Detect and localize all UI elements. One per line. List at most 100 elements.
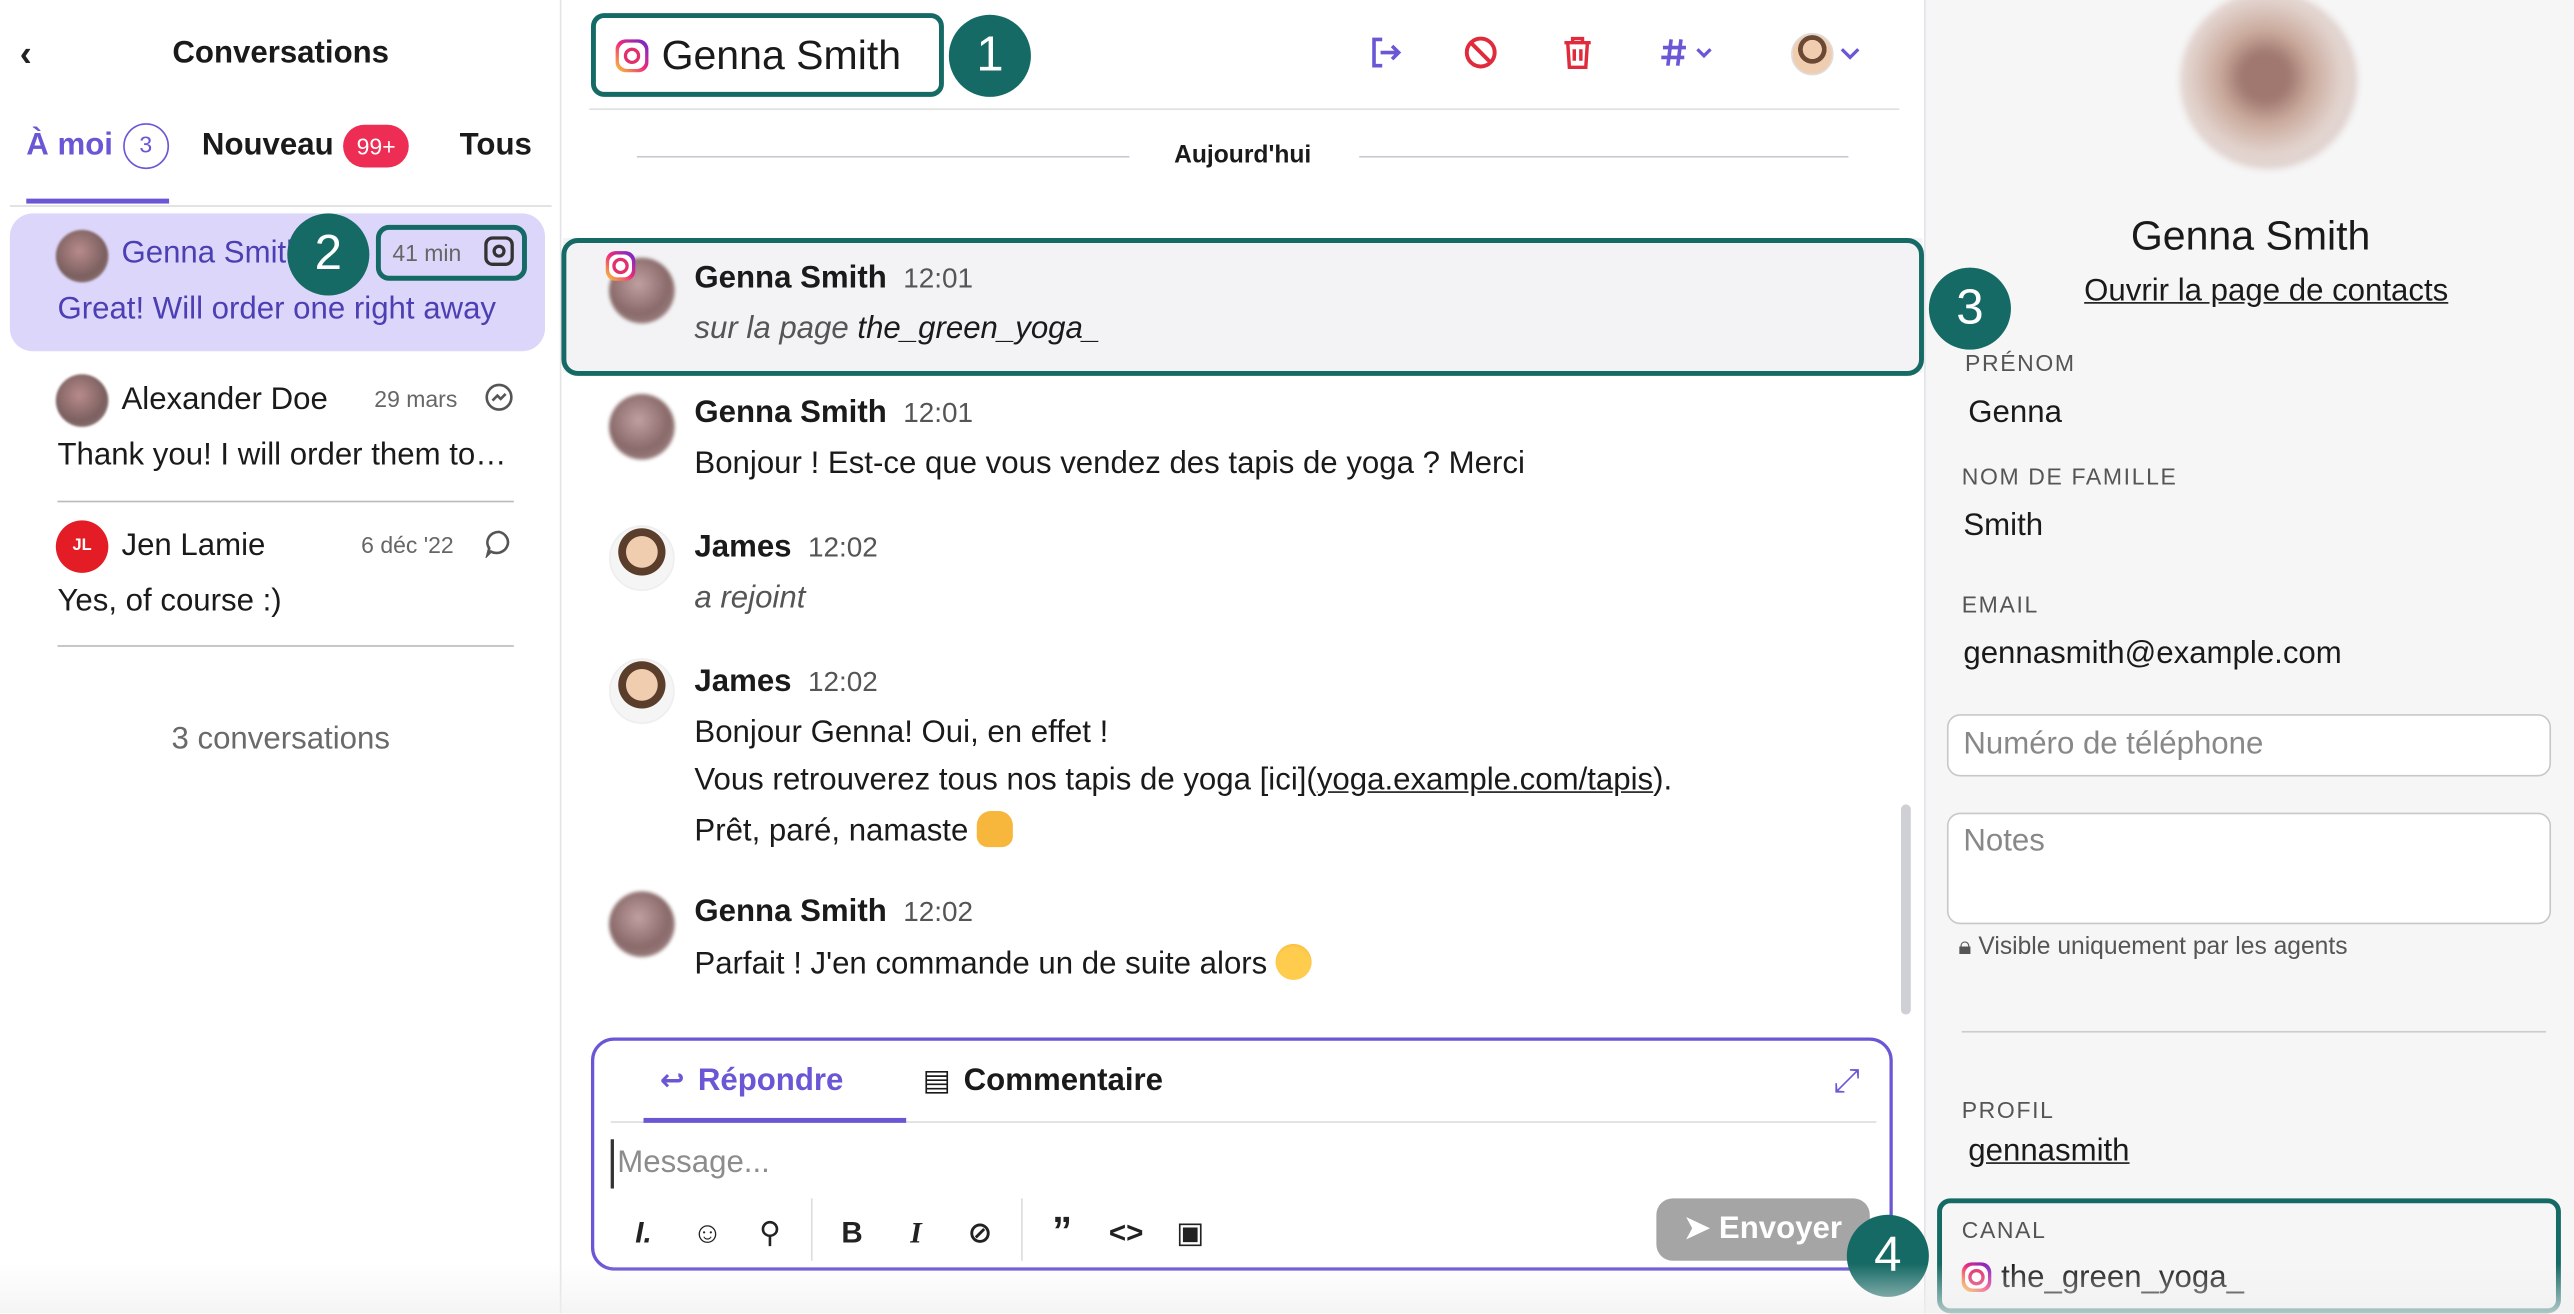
last-name-label: NOM DE FAMILLE [1962, 463, 2178, 489]
instagram-icon [483, 236, 516, 269]
avatar [609, 394, 675, 460]
conversations-count: 3 conversations [0, 722, 561, 758]
conversation-time: 41 min [392, 240, 461, 266]
message-text-part: Vous retrouverez tous nos tapis de yoga … [694, 763, 1316, 797]
message-text: Bonjour Genna! Oui, en effet ! [694, 716, 1108, 752]
phone-field[interactable] [1947, 714, 2551, 776]
message-item: Genna Smith 12:02 Parfait ! J'en commande… [563, 888, 1922, 1003]
avatar: JL [56, 520, 109, 573]
leave-conversation-icon[interactable] [1364, 33, 1407, 76]
day-separator-label: Aujourd'hui [1158, 141, 1328, 169]
notes-hint-text: Visible uniquement par les agents [1978, 932, 2347, 960]
expand-icon[interactable]: ⤢ [1834, 1064, 1860, 1102]
message-text: Vous retrouverez tous nos tapis de yoga … [694, 763, 1672, 799]
message-page: the_green_yoga_ [857, 312, 1100, 346]
notes-field[interactable] [1947, 813, 2551, 925]
emoji-icon[interactable]: ☺ [686, 1212, 729, 1255]
trash-icon[interactable] [1556, 33, 1599, 76]
day-separator: Aujourd'hui [637, 140, 1849, 173]
profile-link[interactable]: gennasmith [1968, 1134, 2129, 1170]
conversation-time: 29 mars [374, 386, 457, 412]
messenger-icon [483, 382, 516, 415]
conversation-name: Genna Smith [121, 236, 303, 272]
conversation-item[interactable]: Alexander Doe 29 mars Thank you! I will … [10, 364, 545, 502]
conversation-preview: Thank you! I will order them today [57, 438, 517, 474]
message-time: 12:02 [808, 532, 878, 563]
divider [57, 501, 513, 503]
instagram-icon [616, 39, 649, 72]
bold-icon[interactable]: B [831, 1212, 874, 1255]
italic-icon[interactable]: I [895, 1212, 938, 1255]
message-text-part: ). [1653, 763, 1672, 797]
message-time: 12:01 [903, 263, 973, 294]
send-button[interactable]: ➤ Envoyer [1656, 1198, 1869, 1260]
link-icon[interactable]: ⊘ [959, 1212, 1002, 1255]
message-sender: Genna Smith [694, 396, 886, 430]
message-time: 12:01 [903, 397, 973, 428]
conversation-time: 6 déc '22 [361, 532, 454, 558]
tab-new-badge: 99+ [344, 125, 409, 168]
chat-scrollbar[interactable] [1901, 804, 1911, 1014]
tab-all[interactable]: Tous [460, 128, 532, 204]
sidebar-header: ‹ Conversations [0, 30, 561, 79]
instagram-icon [1962, 1262, 1992, 1292]
instagram-icon [606, 251, 636, 281]
conversations-sidebar: ‹ Conversations À moi 3 Nouveau 99+ Tous… [0, 0, 561, 1313]
message-item: James12:02 a rejoint [563, 525, 1922, 640]
app-root: ‹ Conversations À moi 3 Nouveau 99+ Tous… [0, 0, 2574, 1313]
conversation-item[interactable]: JL Jen Lamie 6 déc '22 Yes, of course :) [10, 511, 545, 649]
template-icon[interactable]: ▣ [1169, 1212, 1212, 1255]
composer-tabs: ↩Répondre ▤ Commentaire ⤢ [611, 1041, 1877, 1123]
avatar [56, 374, 109, 427]
conversation-item[interactable]: Genna Smith 41 min Great! Will order one… [10, 213, 545, 351]
message-text-part: Parfait ! J'en commande un de suite alor… [694, 947, 1267, 981]
annotation-marker: 4 [1847, 1215, 1929, 1297]
message-link[interactable]: yoga.example.com/tapis [1317, 763, 1653, 797]
conversation-preview: Yes, of course :) [57, 584, 517, 620]
open-contact-page-link[interactable]: Ouvrir la page de contacts [1926, 274, 2574, 310]
hashtag-dropdown-icon[interactable] [1656, 33, 1722, 76]
annotation-marker: 2 [287, 213, 369, 295]
tab-new[interactable]: Nouveau 99+ [202, 128, 409, 204]
lock-icon: 🔒︎ [1958, 932, 1971, 960]
conversation-name: Jen Lamie [121, 529, 265, 565]
agent-avatar [609, 525, 675, 591]
tab-comment[interactable]: ▤ Commentaire [906, 1064, 1163, 1123]
quote-icon[interactable]: ” [1041, 1212, 1084, 1255]
code-icon[interactable]: <> [1105, 1212, 1148, 1255]
last-name-value[interactable]: Smith [1963, 509, 2043, 545]
message-sender: James [694, 665, 791, 699]
annotation-marker: 3 [1929, 268, 2011, 350]
message-sender: Genna Smith [694, 895, 886, 929]
message-time: 12:02 [903, 896, 973, 927]
first-name-value[interactable]: Genna [1968, 396, 2062, 432]
tab-comment-label: Commentaire [964, 1064, 1163, 1098]
prayer-emoji-icon [977, 811, 1013, 847]
conversation-preview: Great! Will order one right away [57, 292, 517, 328]
message-sender: Genna Smith [694, 261, 886, 295]
note-icon: ▤ [923, 1064, 951, 1098]
chevron-down-icon[interactable] [1834, 33, 1867, 76]
message-text: a rejoint [694, 581, 805, 617]
star-struck-emoji-icon [1276, 944, 1312, 980]
tab-reply[interactable]: ↩Répondre [644, 1064, 907, 1123]
email-value[interactable]: gennasmith@example.com [1963, 637, 2341, 673]
chat-contact-title: Genna Smith [619, 33, 901, 81]
message-time: 12:02 [808, 666, 878, 697]
chat-contact-name: Genna Smith [662, 33, 902, 79]
divider [811, 1198, 813, 1260]
divider [1962, 1031, 2546, 1033]
channel-label: CANAL [1962, 1216, 2047, 1242]
message-input[interactable] [611, 1139, 1760, 1188]
message-prefix: sur la page [694, 312, 857, 346]
send-button-label: Envoyer [1719, 1212, 1842, 1246]
first-name-label: PRÉNOM [1965, 350, 2076, 376]
agent-avatar[interactable] [1791, 33, 1834, 76]
paperclip-icon[interactable]: ⚲ [749, 1212, 792, 1255]
clear-format-icon[interactable]: I. [622, 1212, 665, 1255]
tab-mine[interactable]: À moi 3 [26, 128, 168, 204]
chat-panel: Genna Smith Aujourd'hui [563, 0, 1922, 1313]
message-text: sur la page the_green_yoga_ [694, 312, 1100, 348]
avatar [56, 230, 109, 283]
block-icon[interactable] [1459, 33, 1502, 76]
